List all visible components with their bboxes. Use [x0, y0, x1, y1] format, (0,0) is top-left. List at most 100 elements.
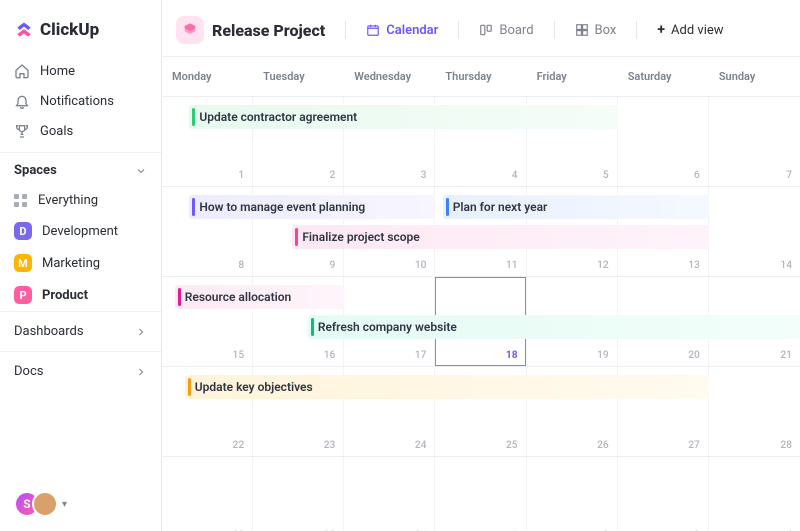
day-number: 4: [512, 170, 518, 181]
day-header: Saturday: [618, 57, 709, 97]
space-item-marketing[interactable]: M Marketing: [0, 247, 161, 279]
calendar-week: 15161718192021Resource allocationRefresh…: [162, 277, 800, 367]
day-number: 19: [597, 350, 609, 361]
day-number: 28: [780, 440, 792, 451]
nav-home[interactable]: Home: [0, 56, 161, 86]
calendar-view: MondayTuesdayWednesdayThursdayFridaySatu…: [162, 56, 800, 531]
nav-goals-label: Goals: [40, 124, 73, 139]
day-number: 11: [506, 260, 518, 271]
brand-logo[interactable]: ClickUp: [0, 0, 161, 54]
day-number: 1: [238, 170, 244, 181]
box-icon: [575, 23, 589, 37]
events-layer: Resource allocation Refresh company websi…: [162, 285, 800, 339]
calendar-event[interactable]: How to manage event planning: [189, 195, 435, 219]
nav-notifications[interactable]: Notifications: [0, 86, 161, 116]
plus-icon: +: [657, 22, 665, 38]
nav-goals[interactable]: Goals: [0, 116, 161, 146]
day-header: Tuesday: [253, 57, 344, 97]
calendar-event[interactable]: Update key objectives: [185, 375, 709, 399]
calendar-event[interactable]: Plan for next year: [443, 195, 709, 219]
day-number: 16: [324, 350, 336, 361]
grid-icon: [14, 194, 28, 208]
events-layer: Update contractor agreement: [162, 105, 800, 129]
day-cell[interactable]: 30: [253, 457, 344, 531]
day-number: 27: [688, 440, 700, 451]
events-layer: Update key objectives: [162, 375, 800, 399]
separator: [636, 21, 637, 39]
avatar-stack[interactable]: S: [14, 491, 58, 517]
calendar-week: 2930311234: [162, 457, 800, 531]
spaces-list: D Development M Marketing PProduct: [0, 215, 161, 311]
day-header: Wednesday: [344, 57, 435, 97]
nav-home-label: Home: [40, 64, 75, 79]
clickup-logo-icon: [14, 20, 34, 40]
view-board[interactable]: Board: [473, 19, 539, 42]
day-number: 13: [688, 260, 700, 271]
space-label: Development: [42, 224, 118, 239]
separator: [345, 21, 346, 39]
calendar-event[interactable]: Resource allocation: [175, 285, 345, 309]
day-number: 24: [415, 440, 427, 451]
calendar-weeks: 1234567Update contractor agreement891011…: [162, 97, 800, 531]
day-cell[interactable]: 4: [709, 457, 800, 531]
day-grid: 2930311234: [162, 457, 800, 531]
sidebar-docs[interactable]: Docs: [0, 351, 161, 391]
day-number: 2: [329, 170, 335, 181]
day-number: 9: [329, 260, 335, 271]
view-box-label: Box: [595, 23, 617, 38]
space-badge: D: [14, 222, 32, 240]
brand-name: ClickUp: [40, 20, 99, 40]
day-number: 8: [238, 260, 244, 271]
day-cell[interactable]: 31: [344, 457, 435, 531]
caret-down-icon: ▾: [62, 499, 67, 510]
calendar-icon: [366, 23, 380, 37]
space-badge: M: [14, 254, 32, 272]
separator: [554, 21, 555, 39]
avatar[interactable]: [32, 491, 58, 517]
add-view-label: Add view: [671, 23, 724, 38]
day-number: 25: [506, 440, 518, 451]
calendar-event[interactable]: Finalize project scope: [292, 225, 709, 249]
day-cell[interactable]: 1: [435, 457, 526, 531]
day-number: 26: [597, 440, 609, 451]
calendar-week: 891011121314How to manage event planning…: [162, 187, 800, 277]
day-number: 18: [506, 350, 518, 361]
day-number: 22: [233, 440, 245, 451]
project-title[interactable]: Release Project: [212, 21, 325, 40]
day-number: 14: [780, 260, 792, 271]
space-label: Marketing: [42, 256, 100, 271]
space-badge: P: [14, 286, 32, 304]
view-calendar[interactable]: Calendar: [360, 19, 444, 42]
day-header: Sunday: [709, 57, 800, 97]
day-number: 6: [694, 170, 700, 181]
day-header: Friday: [527, 57, 618, 97]
day-cell[interactable]: 3: [618, 457, 709, 531]
sidebar-dashboards[interactable]: Dashboards: [0, 311, 161, 351]
day-number: 21: [780, 350, 792, 361]
spaces-header-label: Spaces: [14, 163, 57, 178]
nav-notifications-label: Notifications: [40, 94, 114, 109]
day-number: 5: [603, 170, 609, 181]
day-of-week-header: MondayTuesdayWednesdayThursdayFridaySatu…: [162, 57, 800, 97]
project-icon: [176, 16, 204, 44]
calendar-event[interactable]: Refresh company website: [308, 315, 800, 339]
main-content: Release Project Calendar Board Box + Add…: [162, 0, 800, 531]
space-item-product[interactable]: PProduct: [0, 279, 161, 311]
space-everything[interactable]: Everything: [0, 186, 161, 215]
day-number: 23: [324, 440, 336, 451]
add-view-button[interactable]: + Add view: [651, 18, 729, 42]
day-header: Monday: [162, 57, 253, 97]
chevron-right-icon: [135, 366, 147, 378]
space-everything-label: Everything: [38, 193, 98, 208]
view-box[interactable]: Box: [569, 19, 623, 42]
space-item-development[interactable]: D Development: [0, 215, 161, 247]
day-number: 3: [421, 170, 427, 181]
calendar-event[interactable]: Update contractor agreement: [189, 105, 617, 129]
separator: [458, 21, 459, 39]
spaces-header[interactable]: Spaces: [0, 152, 161, 186]
chevron-right-icon: [135, 326, 147, 338]
day-cell[interactable]: 2: [527, 457, 618, 531]
day-cell[interactable]: 29: [162, 457, 253, 531]
chevron-down-icon: [135, 165, 147, 177]
board-icon: [479, 23, 493, 37]
